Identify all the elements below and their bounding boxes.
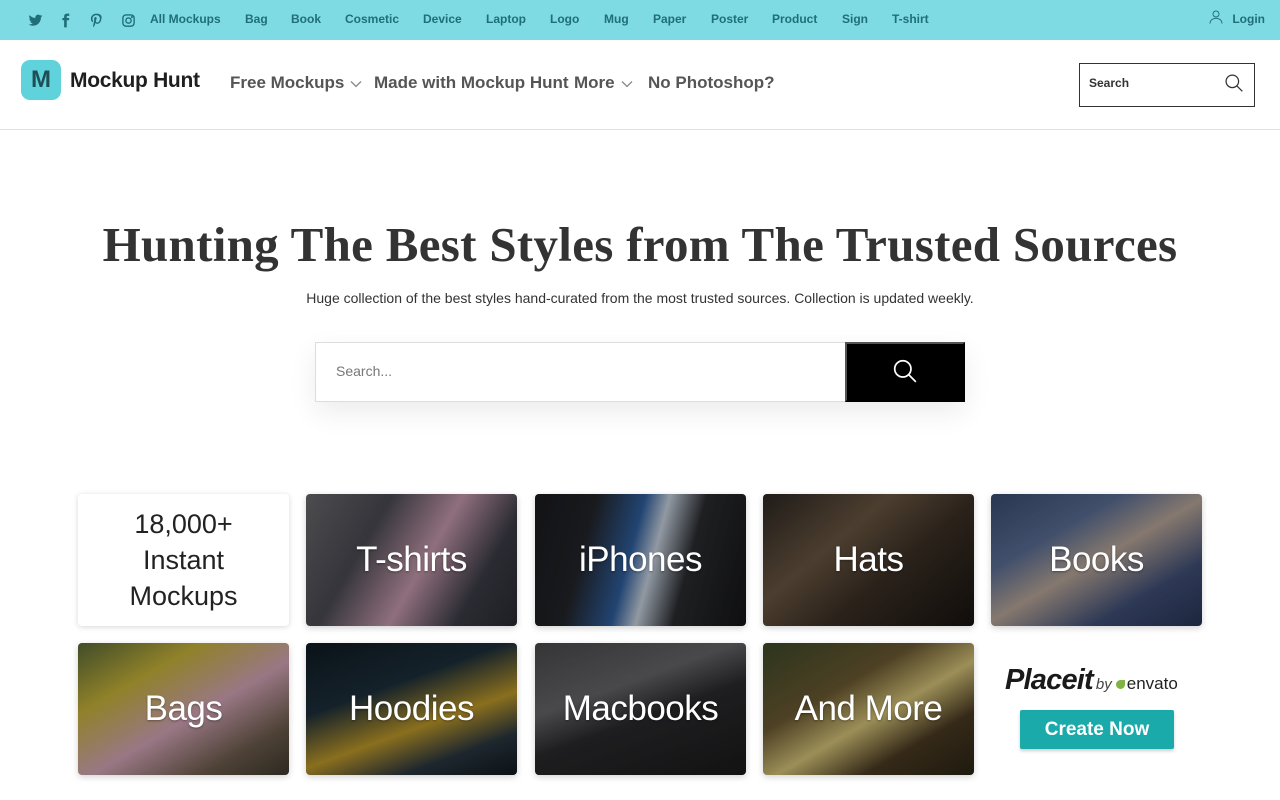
toplink-mug[interactable]: Mug	[604, 12, 629, 26]
tile-label: Books	[1049, 540, 1144, 579]
top-bar: All Mockups Bag Book Cosmetic Device Lap…	[0, 0, 1280, 40]
tile-hoodies[interactable]: Hoodies	[306, 643, 517, 775]
hero-subtitle: Huge collection of the best styles hand-…	[306, 290, 974, 306]
hero-title: Hunting The Best Styles from The Trusted…	[102, 217, 1178, 272]
tile-label: And More	[794, 689, 943, 728]
toplink-tshirt[interactable]: T-shirt	[892, 12, 929, 26]
header-search-input[interactable]	[1089, 76, 1219, 90]
toplink-poster[interactable]: Poster	[711, 12, 748, 26]
tile-intro-line-2: Instant	[142, 545, 225, 575]
tile-intro-line-3: Mockups	[129, 581, 238, 611]
envato-wordmark: envato	[1126, 674, 1178, 693]
search-icon	[892, 358, 918, 387]
site-header: M Mockup Hunt Free Mockups Made with Moc…	[0, 40, 1280, 130]
chevron-down-icon	[350, 73, 362, 93]
tile-label: Bags	[144, 689, 223, 728]
nav-no-photoshop[interactable]: No Photoshop?	[648, 73, 775, 93]
toplink-all-mockups[interactable]: All Mockups	[150, 12, 221, 26]
toplink-device[interactable]: Device	[423, 12, 462, 26]
nav-made-with-label: Made with Mockup Hunt	[374, 73, 569, 92]
header-search	[1079, 63, 1255, 107]
tile-tshirts[interactable]: T-shirts	[306, 494, 517, 626]
logo-text: Mockup Hunt	[70, 69, 200, 92]
create-now-button[interactable]: Create Now	[1020, 710, 1174, 749]
pinterest-icon[interactable]	[86, 0, 106, 40]
tile-label: iPhones	[579, 540, 702, 579]
hero-search-button[interactable]	[845, 342, 965, 402]
user-icon	[1208, 9, 1224, 28]
tile-instant-mockups-label: 18,000+ Instant Mockups	[129, 506, 237, 614]
tile-instant-mockups[interactable]: 18,000+ Instant Mockups	[78, 494, 289, 626]
tile-books[interactable]: Books	[991, 494, 1202, 626]
chevron-down-icon	[621, 73, 633, 93]
toplink-book[interactable]: Book	[291, 12, 321, 26]
tile-intro-line-1: 18,000+	[134, 509, 233, 539]
hero-search	[315, 342, 965, 402]
nav-more-label: More	[574, 73, 615, 92]
placeit-by: by	[1095, 676, 1112, 693]
toplink-cosmetic[interactable]: Cosmetic	[345, 12, 399, 26]
toplink-logo[interactable]: Logo	[550, 12, 579, 26]
nav-more[interactable]: More	[574, 73, 633, 93]
tile-macbooks[interactable]: Macbooks	[535, 643, 746, 775]
toplink-paper[interactable]: Paper	[653, 12, 686, 26]
hero-search-input[interactable]	[336, 363, 816, 379]
tile-iphones[interactable]: iPhones	[535, 494, 746, 626]
placeit-ad: Placeit by envato Create Now	[990, 642, 1202, 774]
nav-no-photoshop-label: No Photoshop?	[648, 73, 775, 92]
tile-label: T-shirts	[356, 540, 467, 579]
toplink-bag[interactable]: Bag	[245, 12, 268, 26]
tile-hats[interactable]: Hats	[763, 494, 974, 626]
nav-free-mockups-label: Free Mockups	[230, 73, 345, 92]
placeit-wordmark: Placeit	[1005, 664, 1094, 696]
logo-mark: M	[21, 60, 61, 100]
tile-label: Hoodies	[349, 689, 474, 728]
nav-made-with-mockup-hunt[interactable]: Made with Mockup Hunt	[374, 73, 569, 93]
instagram-icon[interactable]	[118, 0, 138, 40]
search-icon[interactable]	[1224, 73, 1244, 93]
nav-free-mockups[interactable]: Free Mockups	[230, 73, 362, 93]
envato-leaf-icon	[1115, 680, 1125, 689]
toplink-laptop[interactable]: Laptop	[486, 12, 526, 26]
tile-bags[interactable]: Bags	[78, 643, 289, 775]
login-label: Login	[1232, 11, 1265, 26]
twitter-icon[interactable]	[25, 0, 45, 40]
tile-and-more[interactable]: And More	[763, 643, 974, 775]
toplink-sign[interactable]: Sign	[842, 12, 868, 26]
facebook-icon[interactable]	[55, 0, 75, 40]
toplink-product[interactable]: Product	[772, 12, 817, 26]
login-link[interactable]: Login	[1208, 9, 1265, 28]
tile-label: Hats	[833, 540, 904, 579]
tile-label: Macbooks	[562, 689, 719, 728]
hero-search-field	[315, 342, 845, 402]
placeit-logo: Placeit by envato	[1005, 664, 1178, 697]
